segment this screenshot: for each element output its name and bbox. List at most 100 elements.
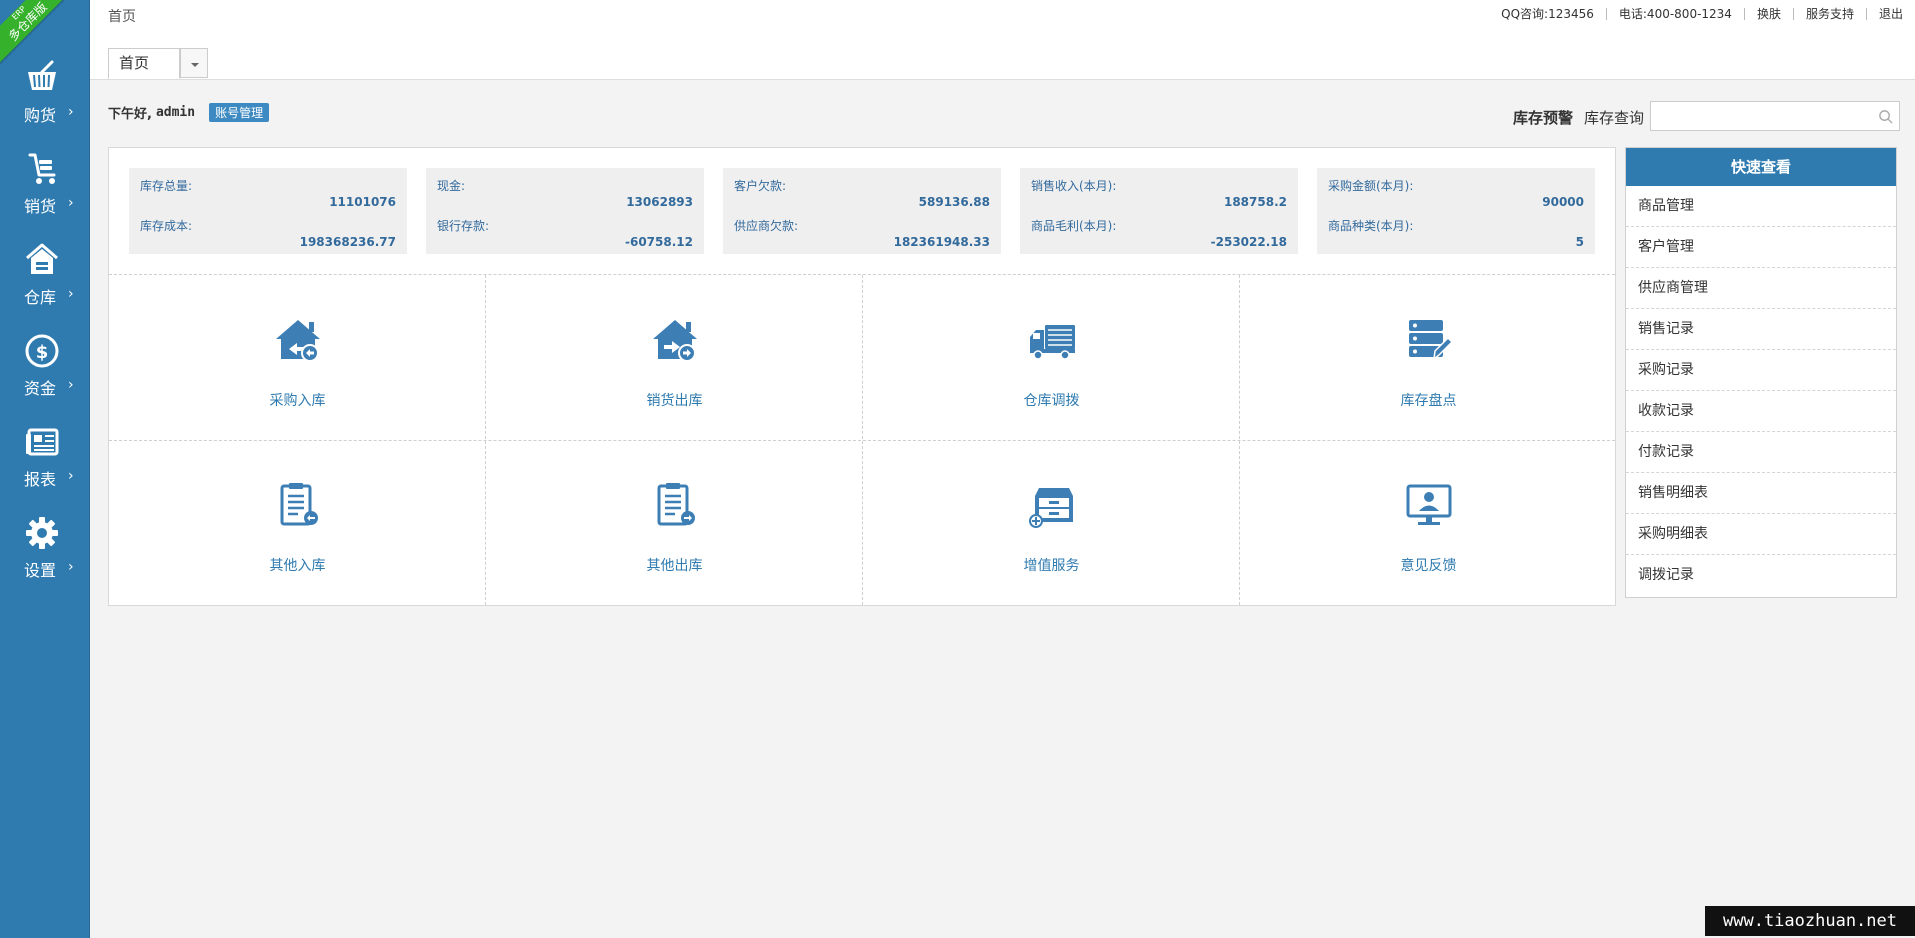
username: admin — [155, 105, 196, 120]
sidebar-item-label: 销货 — [24, 197, 57, 216]
shortcut-label: 库存盘点 — [1400, 393, 1457, 409]
shortcut-value-added[interactable]: 增值服务 — [863, 440, 1240, 605]
sidebar-item-label: 购货 — [24, 106, 57, 125]
chevron-right-icon: › — [68, 377, 74, 393]
divider — [1865, 7, 1867, 20]
stat-value: 198368236.77 — [299, 235, 396, 249]
shortcut-feedback[interactable]: 意见反馈 — [1240, 440, 1617, 605]
stat-label: 商品毛利(本月): — [1031, 219, 1117, 233]
tab-dropdown-button[interactable] — [180, 48, 208, 78]
cabinet-plus-icon — [1028, 488, 1073, 528]
stat-card-sales: 销售收入(本月): 188758.2 商品毛利(本月): -253022.18 — [1020, 168, 1298, 254]
sidebar-item-label: 报表 — [24, 470, 57, 489]
shortcut-label: 销货出库 — [646, 393, 703, 409]
chevron-right-icon: › — [68, 104, 74, 120]
quick-link-customers[interactable]: 客户管理 — [1626, 227, 1896, 268]
server-edit-icon — [1408, 320, 1453, 361]
sidebar: ERP 多仓库版 购货 › 销货 › 仓库 › $ 资金 › 报表 › 设置 › — [0, 0, 90, 938]
qq-consult-link[interactable]: QQ咨询:123456 — [1501, 5, 1594, 22]
search-icon[interactable] — [1878, 109, 1893, 124]
quick-link-receipt-records[interactable]: 收款记录 — [1626, 391, 1896, 432]
divider — [1605, 7, 1607, 20]
shortcut-sales-out[interactable]: 销货出库 — [486, 275, 863, 440]
stat-label: 销售收入(本月): — [1031, 179, 1117, 193]
sidebar-item-settings[interactable]: 设置 › — [0, 515, 90, 605]
sidebar-item-label: 仓库 — [24, 288, 57, 307]
stat-label: 库存成本: — [140, 219, 193, 233]
clipboard-out-icon — [657, 483, 695, 526]
stat-value: 90000 — [1542, 195, 1584, 209]
phone-info: 电话:400-800-1234 — [1618, 7, 1732, 21]
stat-value: 188758.2 — [1223, 195, 1287, 209]
sidebar-item-label: 设置 — [24, 561, 57, 580]
sidebar-item-warehouse[interactable]: 仓库 › — [0, 242, 90, 332]
logout-link[interactable]: 退出 — [1879, 5, 1903, 22]
shortcut-purchase-in[interactable]: 采购入库 — [109, 275, 486, 440]
gear-icon — [26, 517, 58, 549]
shortcut-label: 采购入库 — [269, 393, 326, 409]
dollar-icon: $ — [25, 334, 59, 368]
sidebar-item-purchase[interactable]: 购货 › — [0, 60, 90, 150]
service-support-link[interactable]: 服务支持 — [1806, 5, 1854, 22]
stat-value: 5 — [1575, 235, 1584, 249]
shortcut-other-out[interactable]: 其他出库 — [486, 440, 863, 605]
stat-card-cash: 现金: 13062893 银行存款: -60758.12 — [426, 168, 704, 254]
sidebar-item-funds[interactable]: $ 资金 › — [0, 333, 90, 423]
stat-value: 182361948.33 — [893, 235, 990, 249]
quick-link-purchase-records[interactable]: 采购记录 — [1626, 350, 1896, 391]
shortcut-label: 其他出库 — [646, 558, 703, 574]
sidebar-item-label: 资金 — [24, 379, 57, 398]
inventory-query-label: 库存查询 — [1584, 109, 1645, 127]
quick-link-purchase-details[interactable]: 采购明细表 — [1626, 514, 1896, 555]
chevron-right-icon: › — [68, 559, 74, 575]
quick-link-sales-details[interactable]: 销售明细表 — [1626, 473, 1896, 514]
quick-link-suppliers[interactable]: 供应商管理 — [1626, 268, 1896, 309]
quick-view-panel: 快速查看 商品管理 客户管理 供应商管理 销售记录 采购记录 收款记录 付款记录… — [1625, 147, 1897, 598]
stat-value: 13062893 — [626, 195, 693, 209]
edition-ribbon: ERP 多仓库版 — [0, 0, 74, 68]
truck-icon — [1029, 325, 1075, 360]
top-bar: 首页 QQ咨询:123456 电话:400-800-1234 换肤 服务支持 退… — [90, 0, 1915, 80]
report-icon — [26, 428, 59, 456]
stat-label: 客户欠款: — [734, 179, 787, 193]
stat-value: 589136.88 — [918, 195, 990, 209]
tab-home[interactable]: 首页 — [108, 48, 180, 79]
quick-link-payment-records[interactable]: 付款记录 — [1626, 432, 1896, 473]
stat-value: -60758.12 — [625, 235, 693, 249]
stat-card-inventory: 库存总量: 11101076 库存成本: 198368236.77 — [129, 168, 407, 254]
shortcut-warehouse-transfer[interactable]: 仓库调拨 — [863, 275, 1240, 440]
shortcut-label: 其他入库 — [269, 558, 326, 574]
sidebar-item-sales[interactable]: 销货 › — [0, 151, 90, 241]
quick-link-sales-records[interactable]: 销售记录 — [1626, 309, 1896, 350]
stat-card-purchases: 采购金额(本月): 90000 商品种类(本月): 5 — [1317, 168, 1595, 254]
watermark: www.tiaozhuan.net — [1705, 906, 1915, 936]
shortcut-label: 增值服务 — [1023, 558, 1080, 574]
dashboard-panel: 库存总量: 11101076 库存成本: 198368236.77 现金: 13… — [108, 147, 1616, 606]
top-links: QQ咨询:123456 电话:400-800-1234 换肤 服务支持 退出 — [1501, 5, 1903, 22]
quick-link-transfer-records[interactable]: 调拨记录 — [1626, 555, 1896, 596]
chevron-right-icon: › — [68, 286, 74, 302]
greeting-text: 下午好, — [108, 107, 152, 122]
ribbon-line2: 多仓库版 — [5, 0, 50, 44]
stat-label: 采购金额(本月): — [1328, 179, 1414, 193]
cart-icon — [28, 153, 56, 184]
quick-link-products[interactable]: 商品管理 — [1626, 186, 1896, 227]
inventory-search-input[interactable] — [1650, 101, 1900, 131]
shortcut-grid: 采购入库 销货出库 仓库调拨 库存盘点 其他入库 其他出库 增值服务 意见反馈 — [109, 275, 1615, 605]
stat-label: 银行存款: — [437, 219, 490, 233]
chevron-right-icon: › — [68, 195, 74, 211]
inventory-warning-link[interactable]: 库存预警 — [1513, 107, 1573, 128]
house-in-icon — [275, 320, 320, 362]
shortcut-stocktake[interactable]: 库存盘点 — [1240, 275, 1617, 440]
shortcut-other-in[interactable]: 其他入库 — [109, 440, 486, 605]
shortcut-label: 仓库调拨 — [1023, 393, 1080, 409]
change-skin-link[interactable]: 换肤 — [1757, 5, 1781, 22]
sidebar-item-reports[interactable]: 报表 › — [0, 424, 90, 514]
faded-page-title: 首页 — [108, 9, 136, 25]
chevron-right-icon: › — [68, 468, 74, 484]
stat-label: 供应商欠款: — [734, 219, 799, 233]
basket-icon — [28, 60, 56, 90]
stat-label: 现金: — [437, 179, 466, 193]
account-management-button[interactable]: 账号管理 — [209, 103, 270, 122]
stat-value: 11101076 — [329, 195, 396, 209]
